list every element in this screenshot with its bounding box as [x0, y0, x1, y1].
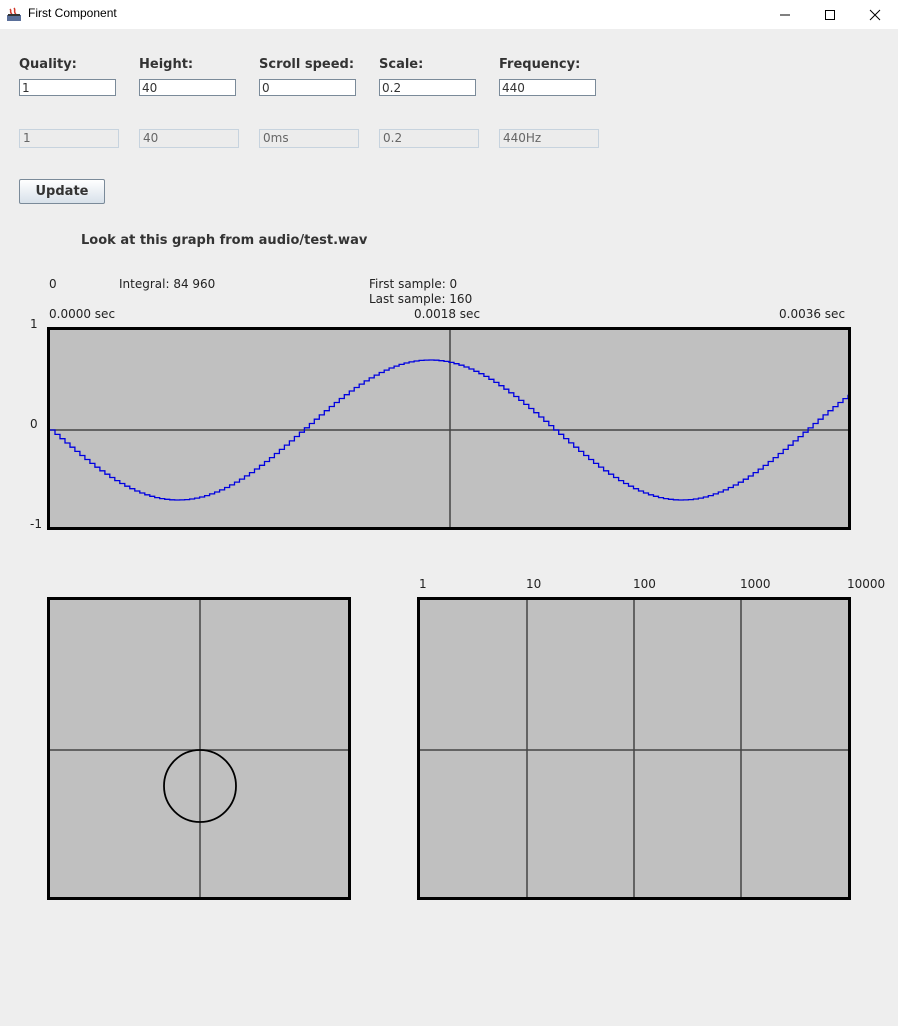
position-readout: 0	[49, 277, 57, 291]
scroll-speed-label: Scroll speed:	[259, 57, 355, 72]
scale-label: Scale:	[379, 57, 424, 72]
last-sample-readout: Last sample: 160	[369, 292, 473, 306]
update-button[interactable]: Update	[19, 179, 105, 204]
height-label: Height:	[139, 57, 194, 72]
close-icon	[869, 9, 881, 20]
freq-label-1: 1	[419, 577, 427, 591]
close-button[interactable]	[852, 0, 898, 29]
height-input[interactable]	[139, 79, 236, 96]
waveform-graph[interactable]	[47, 327, 851, 530]
title-bar: First Component	[0, 0, 898, 29]
y-label-zero: 0	[30, 417, 38, 431]
integral-readout: Integral: 84 960	[119, 277, 216, 291]
frequency-label: Frequency:	[499, 57, 581, 72]
time-label-start: 0.0000 sec	[49, 307, 116, 321]
freq-label-100: 100	[633, 577, 656, 591]
java-app-icon	[6, 6, 22, 22]
minimize-icon	[780, 14, 790, 15]
scale-display: 0.2	[379, 129, 479, 148]
time-label-end: 0.0036 sec	[779, 307, 846, 321]
waveform-plot	[50, 330, 848, 527]
freq-label-10000: 10000	[847, 577, 886, 591]
window-title: First Component	[28, 6, 117, 20]
scroll-speed-display: 0ms	[259, 129, 359, 148]
y-label-bottom: -1	[30, 517, 42, 531]
scale-input[interactable]	[379, 79, 476, 96]
maximize-icon	[825, 9, 835, 20]
frequency-display: 440Hz	[499, 129, 599, 148]
height-display: 40	[139, 129, 239, 148]
graph-heading: Look at this graph from audio/test.wav	[81, 233, 368, 248]
minimize-button[interactable]	[762, 0, 808, 29]
time-label-mid: 0.0018 sec	[414, 307, 481, 321]
scroll-speed-input[interactable]	[259, 79, 356, 96]
spectrum-plot	[420, 600, 848, 897]
maximize-button[interactable]	[807, 0, 853, 29]
spectrum-graph[interactable]	[417, 597, 851, 900]
first-sample-readout: First sample: 0	[369, 277, 458, 291]
phase-plot	[50, 600, 348, 897]
y-label-top: 1	[30, 317, 38, 331]
quality-input[interactable]	[19, 79, 116, 96]
freq-label-10: 10	[526, 577, 542, 591]
phase-graph[interactable]	[47, 597, 351, 900]
quality-label: Quality:	[19, 57, 77, 72]
freq-label-1000: 1000	[740, 577, 771, 591]
quality-display: 1	[19, 129, 119, 148]
frequency-input[interactable]	[499, 79, 596, 96]
